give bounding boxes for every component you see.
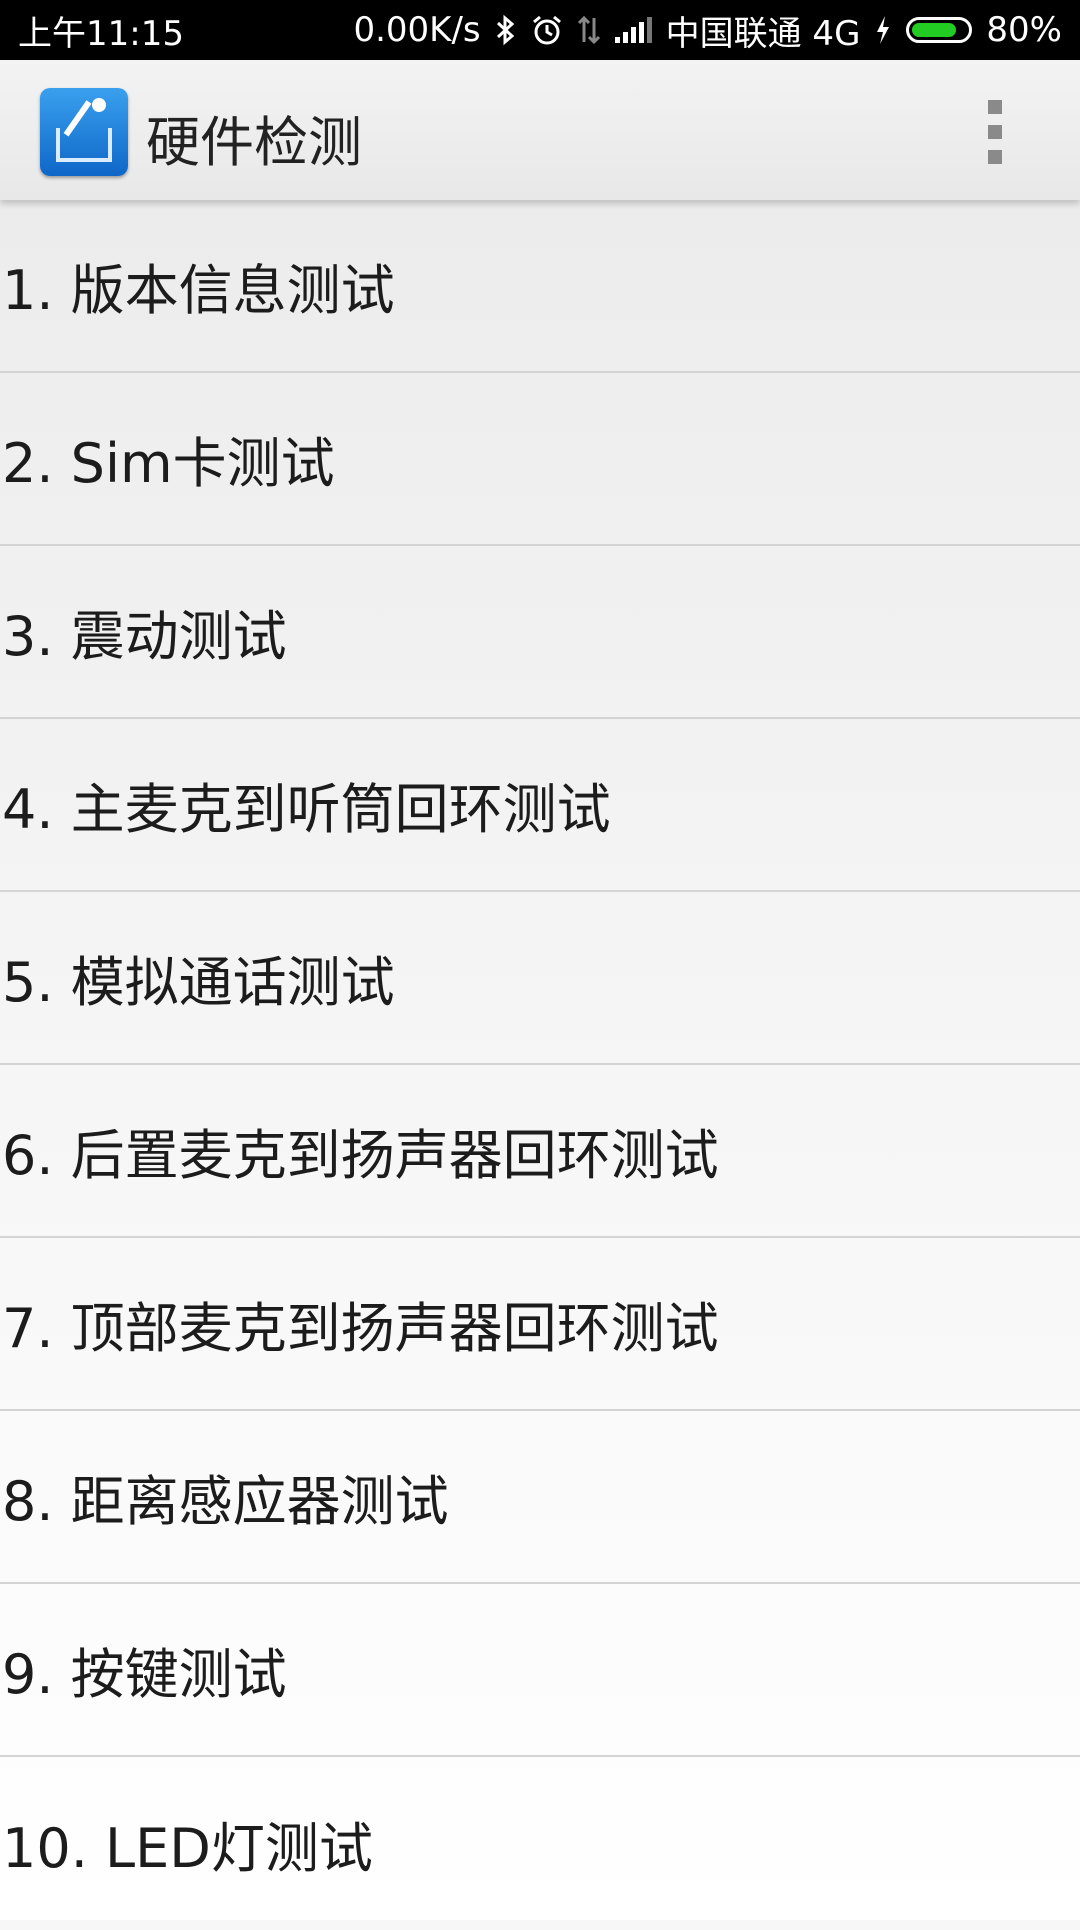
list-item[interactable]: 9. 按键测试 — [0, 1584, 1080, 1757]
list-item[interactable]: 8. 距离感应器测试 — [0, 1411, 1080, 1584]
hardware-test-logo-icon — [40, 88, 128, 176]
bluetooth-icon — [495, 14, 517, 46]
battery-percent: 80% — [986, 10, 1062, 50]
status-bar: 上午11:15 0.00K/s 中国联通 4G 80% — [0, 0, 1080, 60]
alarm-icon — [531, 14, 563, 46]
list-item[interactable]: 7. 顶部麦克到扬声器回环测试 — [0, 1238, 1080, 1411]
app-bar: 硬件检测 — [0, 60, 1080, 200]
list-item[interactable]: 6. 后置麦克到扬声器回环测试 — [0, 1065, 1080, 1238]
list-item[interactable]: 3. 震动测试 — [0, 546, 1080, 719]
data-arrows-icon — [577, 14, 601, 46]
list-item[interactable]: 2. Sim卡测试 — [0, 373, 1080, 546]
battery-icon — [906, 17, 973, 43]
overflow-menu-icon[interactable] — [980, 100, 1010, 164]
status-icons: 0.00K/s 中国联通 4G 80% — [353, 6, 1062, 55]
battery-level — [912, 23, 956, 37]
charging-icon — [874, 14, 892, 46]
app-title: 硬件检测 — [146, 111, 362, 174]
list-item[interactable]: 4. 主麦克到听筒回环测试 — [0, 719, 1080, 892]
list-item[interactable]: 10. LED灯测试 — [0, 1757, 1080, 1930]
test-list: 1. 版本信息测试 2. Sim卡测试 3. 震动测试 4. 主麦克到听筒回环测… — [0, 200, 1080, 1920]
list-item[interactable]: 1. 版本信息测试 — [0, 200, 1080, 373]
status-time: 上午11:15 — [18, 13, 184, 54]
list-item[interactable]: 5. 模拟通话测试 — [0, 892, 1080, 1065]
carrier-label: 中国联通 4G — [665, 13, 861, 54]
net-speed: 0.00K/s — [353, 10, 481, 50]
signal-icon — [614, 17, 652, 43]
